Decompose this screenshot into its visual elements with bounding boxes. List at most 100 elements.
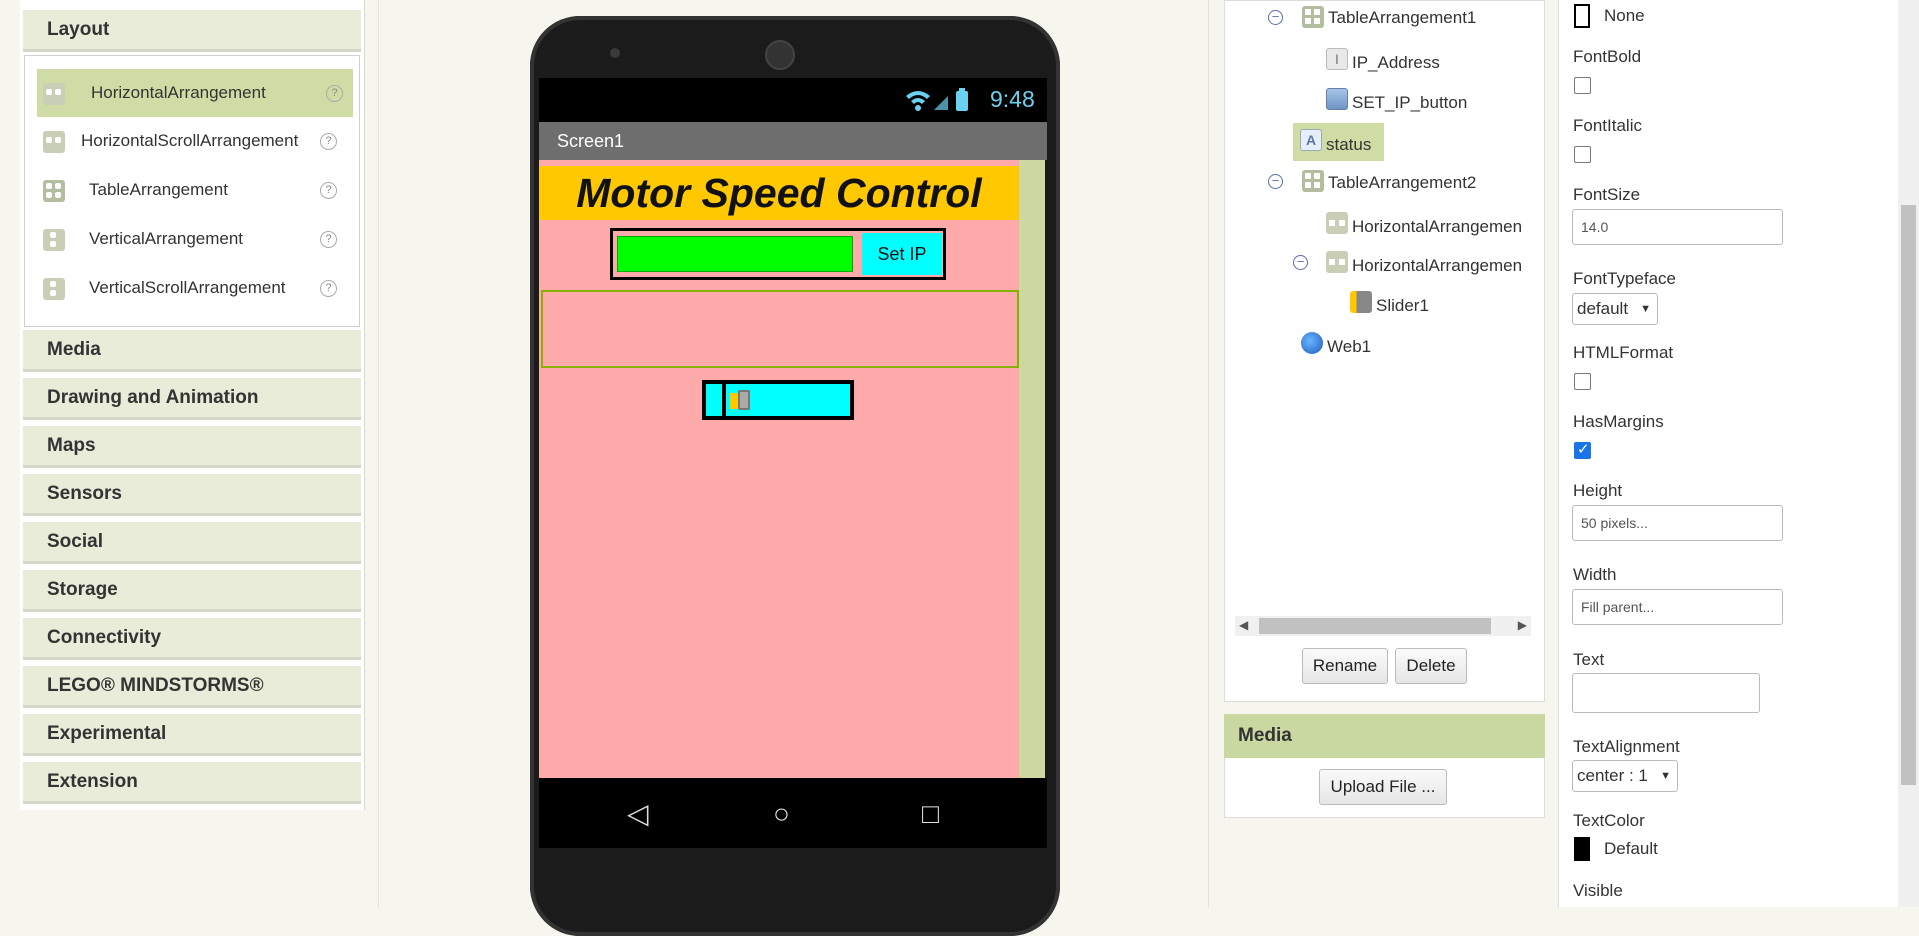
property-none-value[interactable]: None (1604, 6, 1645, 26)
dropdown-arrow-icon: ▼ (1640, 303, 1651, 315)
table-arrangement-icon (43, 180, 65, 202)
textbox-icon: I (1326, 48, 1348, 70)
palette-item-table-arrangement[interactable]: TableArrangement ? (25, 166, 359, 214)
upload-file-button[interactable]: Upload File ... (1319, 769, 1447, 805)
palette-item-horizontal-arrangement[interactable]: HorizontalArrangement ? (37, 69, 353, 117)
palette-item-label: HorizontalArrangement (91, 83, 266, 102)
tree-item-label: status (1326, 135, 1372, 154)
property-font-bold-label: FontBold (1573, 47, 1642, 66)
property-font-italic-label: FontItalic (1573, 116, 1642, 135)
text-alignment-select[interactable]: center : 1 ▼ (1572, 760, 1678, 792)
scrollbar-thumb[interactable] (1259, 618, 1491, 634)
palette-item-vertical-scroll-arrangement[interactable]: VerticalScrollArrangement ? (25, 264, 359, 312)
property-text-label: Text (1573, 650, 1605, 669)
vertical-arrangement-icon (43, 229, 65, 251)
palette-category-connectivity[interactable]: Connectivity (23, 618, 361, 660)
media-header: Media (1224, 714, 1545, 758)
slider-icon (1350, 291, 1372, 313)
height-input[interactable]: 50 pixels... (1572, 505, 1783, 541)
set-ip-button[interactable]: Set IP (862, 233, 942, 275)
property-font-size-label: FontSize (1573, 185, 1641, 204)
text-color-value[interactable]: Default (1604, 839, 1658, 859)
horizontal-arrangement-icon (43, 83, 65, 105)
delete-button[interactable]: Delete (1395, 648, 1467, 684)
palette-category-experimental[interactable]: Experimental (23, 714, 361, 756)
tree-item-label: TableArrangement2 (1328, 173, 1477, 192)
table-arrangement-icon (1302, 170, 1324, 192)
screen-title-bar: Screen1 (539, 122, 1047, 160)
collapse-icon[interactable]: − (1293, 255, 1308, 270)
palette-item-label: VerticalScrollArrangement (89, 278, 286, 297)
property-width-label: Width (1573, 565, 1617, 584)
help-icon[interactable]: ? (320, 280, 337, 297)
page-vertical-scrollbar[interactable] (1898, 0, 1919, 907)
palette-category-storage[interactable]: Storage (23, 570, 361, 612)
palette-category-social[interactable]: Social (23, 522, 361, 564)
tree-horizontal-scrollbar[interactable]: ◀ ▶ (1235, 616, 1531, 636)
palette-category-drawing-animation[interactable]: Drawing and Animation (23, 378, 361, 420)
phone-nav-bar (539, 778, 1047, 848)
status-label-preview[interactable] (541, 290, 1019, 368)
palette-category-media[interactable]: Media (23, 330, 361, 372)
palette-category-layout[interactable]: Layout (23, 10, 361, 52)
palette-category-maps[interactable]: Maps (23, 426, 361, 468)
font-typeface-select[interactable]: default ▼ (1572, 293, 1658, 325)
help-icon[interactable]: ? (320, 182, 337, 199)
scrollbar-thumb[interactable] (1901, 205, 1916, 785)
scroll-left-icon[interactable]: ◀ (1239, 618, 1248, 632)
horizontal-arrangement-icon (1326, 212, 1348, 234)
help-icon[interactable]: ? (320, 231, 337, 248)
property-visible-label: Visible (1573, 881, 1623, 900)
rename-button[interactable]: Rename (1302, 648, 1388, 684)
tree-item-label: SET_IP_button (1352, 93, 1468, 112)
tree-item-label: HorizontalArrangemen (1352, 217, 1523, 236)
wifi-signal-battery-icon (904, 88, 984, 112)
palette-item-horizontal-scroll-arrangement[interactable]: HorizontalScrollArrangement ? (25, 117, 359, 165)
web-icon (1301, 332, 1323, 354)
palette-item-label: VerticalArrangement (89, 229, 244, 248)
palette-item-vertical-arrangement[interactable]: VerticalArrangement ? (25, 215, 359, 263)
screen-scroll-strip (1019, 160, 1045, 778)
font-typeface-value: default (1577, 299, 1629, 318)
recent-apps-icon[interactable]: □ (922, 800, 939, 828)
palette-panel: Layout HorizontalArrangement ? Horizonta… (20, 0, 365, 810)
collapse-icon[interactable]: − (1268, 10, 1283, 25)
help-icon[interactable]: ? (326, 85, 343, 102)
slider-icon[interactable] (730, 390, 758, 410)
property-html-format-label: HTMLFormat (1573, 343, 1674, 362)
width-input[interactable]: Fill parent... (1572, 589, 1783, 625)
camera-icon (610, 48, 620, 58)
font-size-input[interactable]: 14.0 (1572, 209, 1783, 245)
text-color-swatch[interactable] (1574, 837, 1590, 861)
text-alignment-value: center : 1 (1577, 766, 1648, 785)
tree-item-label: IP_Address (1352, 53, 1440, 72)
horizontal-arrangement-icon (1326, 251, 1348, 273)
html-format-checkbox[interactable] (1574, 373, 1591, 390)
background-color-swatch[interactable] (1574, 4, 1590, 28)
help-icon[interactable]: ? (320, 133, 337, 150)
text-textarea[interactable] (1572, 673, 1760, 713)
font-bold-checkbox[interactable] (1574, 77, 1591, 94)
ip-address-textbox[interactable] (617, 236, 853, 272)
phone-clock: 9:48 (990, 86, 1035, 112)
has-margins-checkbox[interactable] (1574, 440, 1591, 459)
palette-category-sensors[interactable]: Sensors (23, 474, 361, 516)
app-title-label[interactable]: Motor Speed Control (539, 166, 1019, 220)
collapse-icon[interactable]: − (1268, 174, 1283, 189)
palette-category-extension[interactable]: Extension (23, 762, 361, 804)
vertical-scroll-arrangement-icon (43, 278, 65, 300)
home-icon[interactable]: ○ (773, 800, 790, 828)
font-italic-checkbox[interactable] (1574, 146, 1591, 163)
tree-item-label: Slider1 (1376, 296, 1429, 315)
property-text-color-label: TextColor (1573, 811, 1645, 830)
palette-category-lego-mindstorms[interactable]: LEGO® MINDSTORMS® (23, 666, 361, 708)
property-height-label: Height (1573, 481, 1623, 500)
horizontal-scroll-arrangement-icon (43, 131, 65, 153)
slider-divider (722, 384, 726, 416)
dropdown-arrow-icon: ▼ (1660, 770, 1671, 782)
tree-item-label: HorizontalArrangemen (1352, 256, 1523, 275)
table-arrangement-icon (1302, 6, 1324, 28)
back-icon[interactable]: ◁ (627, 800, 649, 828)
palette-item-label: HorizontalScrollArrangement (81, 131, 299, 150)
scroll-right-icon[interactable]: ▶ (1518, 618, 1527, 632)
